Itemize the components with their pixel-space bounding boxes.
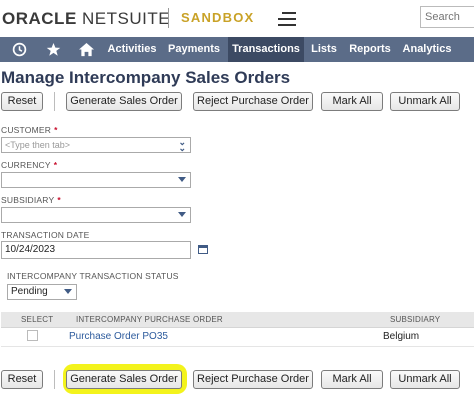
mark-all-button[interactable]: Mark All xyxy=(321,92,383,111)
button-separator xyxy=(54,370,55,389)
subsidiary-select[interactable] xyxy=(1,207,191,223)
oracle-netsuite-logo[interactable]: ORACLE NETSUITE xyxy=(2,9,170,29)
page-title: Manage Intercompany Sales Orders xyxy=(1,68,291,87)
customer-placeholder: <Type then tab> xyxy=(5,140,71,150)
star-icon[interactable] xyxy=(41,37,65,62)
required-marker: * xyxy=(53,160,58,170)
chevron-down-icon xyxy=(64,289,72,294)
oracle-logo-text: ORACLE xyxy=(2,9,77,28)
purchase-order-link[interactable]: Purchase Order PO35 xyxy=(69,331,168,342)
nav-payments[interactable]: Payments xyxy=(164,37,224,62)
column-header-subsidiary[interactable]: SUBSIDIARY xyxy=(390,315,440,324)
nav-reports[interactable]: Reports xyxy=(347,37,393,62)
ic-status-label: INTERCOMPANY TRANSACTION STATUS xyxy=(7,271,179,281)
required-marker: * xyxy=(54,125,58,135)
ic-status-select[interactable]: Pending xyxy=(7,284,77,300)
environment-badge: SANDBOX xyxy=(181,10,255,25)
reset-button[interactable]: Reset xyxy=(1,92,43,111)
global-search-input[interactable] xyxy=(420,6,474,28)
mark-all-button-bottom[interactable]: Mark All xyxy=(321,370,383,389)
column-header-purchase-order[interactable]: INTERCOMPANY PURCHASE ORDER xyxy=(76,315,223,324)
home-icon[interactable] xyxy=(74,37,98,62)
customer-label: CUSTOMER * xyxy=(1,125,58,135)
table-header: SELECT INTERCOMPANY PURCHASE ORDER SUBSI… xyxy=(1,312,474,328)
hamburger-icon[interactable] xyxy=(278,12,296,26)
nav-transactions[interactable]: Transactions xyxy=(228,37,304,62)
subsidiary-label-text: SUBSIDIARY xyxy=(1,195,55,205)
transaction-date-field[interactable]: 10/24/2023 xyxy=(1,241,191,259)
required-marker: * xyxy=(57,195,61,205)
unmark-all-button[interactable]: Unmark All xyxy=(390,92,460,111)
button-separator xyxy=(54,92,55,111)
netsuite-logo-text: NETSUITE xyxy=(82,9,171,28)
subsidiary-label: SUBSIDIARY * xyxy=(1,195,61,205)
column-header-select[interactable]: SELECT xyxy=(21,315,53,324)
double-chevron-down-icon[interactable]: ⌄ ⌄ xyxy=(178,138,186,153)
reset-button-bottom[interactable]: Reset xyxy=(1,370,43,389)
branding-bar: ORACLE NETSUITE SANDBOX xyxy=(0,0,474,37)
reject-purchase-order-button-bottom[interactable]: Reject Purchase Order xyxy=(193,370,313,389)
customer-label-text: CUSTOMER xyxy=(1,125,52,135)
customer-field[interactable]: <Type then tab> ⌄ ⌄ xyxy=(1,137,191,153)
unmark-all-button-bottom[interactable]: Unmark All xyxy=(390,370,460,389)
ic-status-value: Pending xyxy=(11,286,48,297)
nav-lists[interactable]: Lists xyxy=(309,37,339,62)
generate-sales-order-button-bottom[interactable]: Generate Sales Order xyxy=(66,370,182,389)
row-subsidiary: Belgium xyxy=(383,331,420,342)
currency-label: CURRENCY * xyxy=(1,160,57,170)
reject-purchase-order-button[interactable]: Reject Purchase Order xyxy=(193,92,313,111)
row-divider xyxy=(1,346,474,347)
brand-divider xyxy=(168,8,169,28)
nav-activities[interactable]: Activities xyxy=(104,37,160,62)
transaction-date-label: TRANSACTION DATE xyxy=(1,230,90,240)
table-row: Purchase Order PO35 Belgium xyxy=(1,328,474,346)
nav-analytics[interactable]: Analytics xyxy=(400,37,454,62)
chevron-down-icon xyxy=(178,177,186,182)
row-select-checkbox[interactable] xyxy=(27,330,38,341)
chevron-down-icon xyxy=(178,212,186,217)
history-icon[interactable] xyxy=(7,37,31,62)
generate-sales-order-button[interactable]: Generate Sales Order xyxy=(66,92,182,111)
calendar-icon[interactable] xyxy=(198,245,208,254)
main-navigation: Activities Payments Transactions Lists R… xyxy=(0,37,474,62)
currency-label-text: CURRENCY xyxy=(1,160,51,170)
currency-select[interactable] xyxy=(1,172,191,188)
